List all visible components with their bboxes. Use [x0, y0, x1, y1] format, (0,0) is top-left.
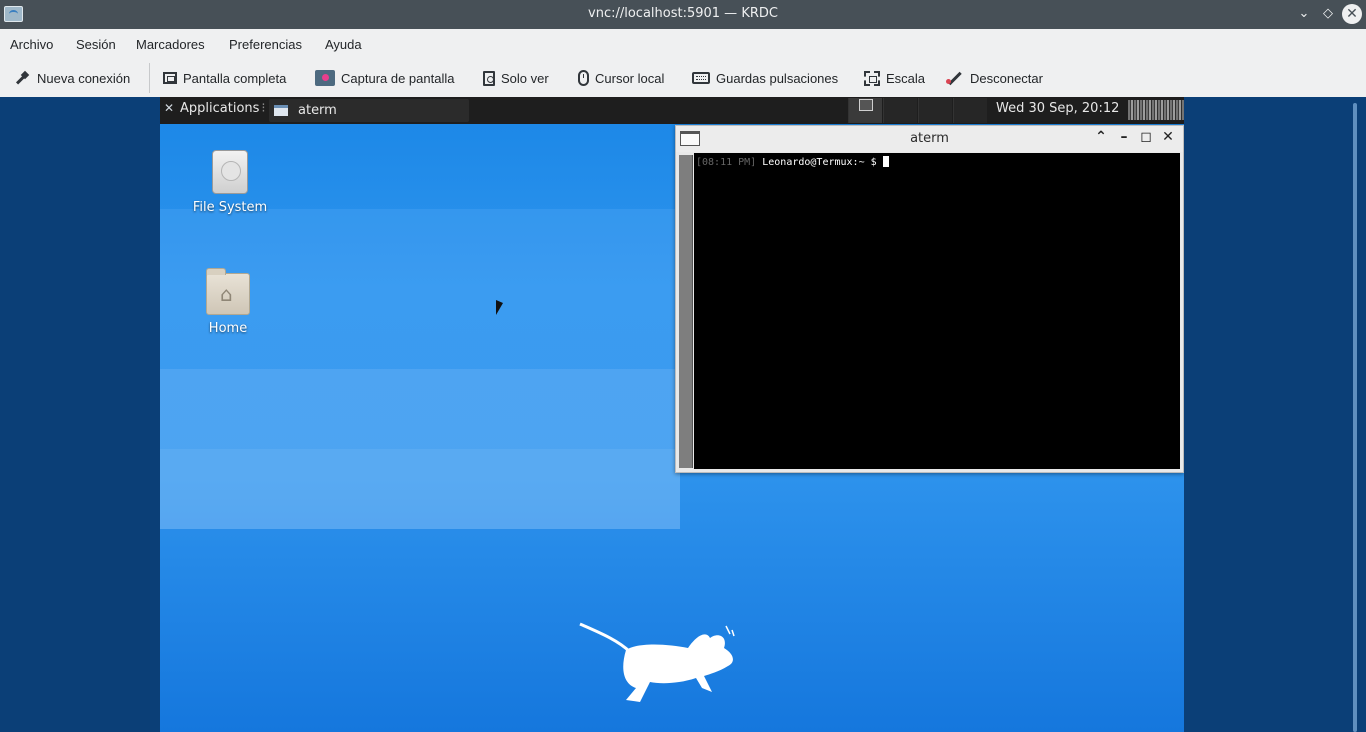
menu-sesion[interactable]: Sesión [76, 37, 116, 52]
drive-icon [212, 150, 248, 194]
prompt-timestamp: [08:11 PM] [696, 157, 757, 168]
desktop-icon-filesystem[interactable]: File System [180, 150, 280, 215]
screenshot-icon [315, 70, 335, 86]
workspace-3[interactable] [918, 98, 952, 123]
grab-keys-label: Guardas pulsaciones [716, 70, 839, 86]
diamond-icon[interactable]: ◇ [1318, 4, 1338, 24]
window-title: vnc://localhost:5901 — KRDC [588, 6, 778, 21]
close-icon[interactable]: ✕ [1159, 129, 1177, 149]
fullscreen-button[interactable]: Pantalla completa [163, 67, 286, 89]
applications-label: Applications [180, 101, 260, 116]
mouse-pointer-icon [496, 300, 503, 315]
toolbar: Nueva conexión Pantalla completa Captura… [0, 59, 1366, 97]
desktop-icon-home[interactable]: Home [178, 268, 278, 336]
menu-archivo[interactable]: Archivo [10, 37, 53, 52]
aterm-titlebar[interactable]: aterm ⌃ – ◻ ✕ [676, 126, 1183, 152]
terminal-output[interactable]: [08:11 PM] Leonardo@Termux:~ $ [694, 153, 1180, 469]
new-connection-button[interactable]: Nueva conexión [13, 67, 130, 89]
shade-icon[interactable]: ⌃ [1092, 129, 1110, 149]
workspace-4[interactable] [953, 98, 987, 123]
menubar: Archivo Sesión Marcadores Preferencias A… [0, 29, 1366, 59]
screenshot-label: Captura de pantalla [341, 70, 455, 86]
plug-icon [13, 70, 31, 86]
desktop-icon-label: File System [192, 200, 268, 215]
remote-desktop[interactable]: Applications ⁝ aterm Wed 30 Sep, 20:12 F… [160, 97, 1184, 732]
text-cursor [882, 156, 889, 167]
workspace-2[interactable] [883, 98, 917, 123]
workspace-1[interactable] [848, 98, 882, 123]
close-icon[interactable]: ✕ [1342, 4, 1362, 24]
keyboard-icon [692, 72, 710, 84]
view-only-label: Solo ver [501, 70, 549, 86]
fullscreen-icon [163, 72, 177, 84]
aterm-window[interactable]: aterm ⌃ – ◻ ✕ [08:11 PM] Leonardo@Termux… [675, 125, 1184, 473]
scale-label: Escala [886, 70, 926, 86]
tray-icon[interactable] [1128, 100, 1184, 120]
window-icon [274, 105, 288, 116]
xfce-panel: Applications ⁝ aterm Wed 30 Sep, 20:12 [160, 97, 1184, 124]
chevron-down-icon[interactable]: ⌄ [1294, 4, 1314, 24]
view-only-button[interactable]: Solo ver [483, 67, 549, 89]
toolbar-separator [149, 63, 150, 93]
view-only-icon [483, 70, 495, 86]
wallpaper-band [160, 449, 680, 529]
desktop-icon-label: Home [208, 321, 248, 336]
xfce-logo-icon [163, 101, 177, 116]
prompt-text: Leonardo@Termux:~ $ [756, 157, 883, 168]
home-folder-icon [206, 268, 250, 315]
vertical-scrollbar[interactable] [1344, 97, 1366, 732]
xfce-mouse-logo [579, 622, 735, 702]
mouse-icon [578, 70, 589, 86]
minimize-icon[interactable]: – [1115, 129, 1133, 149]
menu-marcadores[interactable]: Marcadores [136, 37, 205, 52]
local-cursor-label: Cursor local [595, 70, 665, 86]
disconnect-button[interactable]: Desconectar [946, 67, 1043, 89]
disconnect-icon [946, 70, 964, 86]
fullscreen-label: Pantalla completa [183, 70, 287, 86]
window-titlebar: vnc://localhost:5901 — KRDC ⌄ ◇ ✕ [0, 0, 1366, 29]
grab-keys-button[interactable]: Guardas pulsaciones [692, 67, 838, 89]
screenshot-button[interactable]: Captura de pantalla [315, 67, 454, 89]
taskbar-label: aterm [298, 103, 337, 118]
maximize-icon[interactable]: ◻ [1137, 129, 1155, 149]
taskbar-item-aterm[interactable]: aterm [269, 99, 469, 122]
menu-separator-icon: ⁝ [261, 101, 266, 116]
scale-icon [864, 70, 880, 86]
menu-preferencias[interactable]: Preferencias [229, 37, 302, 52]
menu-ayuda[interactable]: Ayuda [325, 37, 362, 52]
applications-menu-button[interactable]: Applications ⁝ [163, 101, 266, 117]
panel-clock[interactable]: Wed 30 Sep, 20:12 [996, 101, 1119, 116]
new-connection-label: Nueva conexión [37, 70, 131, 86]
local-cursor-button[interactable]: Cursor local [578, 67, 664, 89]
scrollbar-thumb[interactable] [1353, 103, 1357, 732]
disconnect-label: Desconectar [970, 70, 1043, 86]
terminal-scrollbar[interactable] [679, 155, 693, 468]
scale-button[interactable]: Escala [864, 67, 925, 89]
